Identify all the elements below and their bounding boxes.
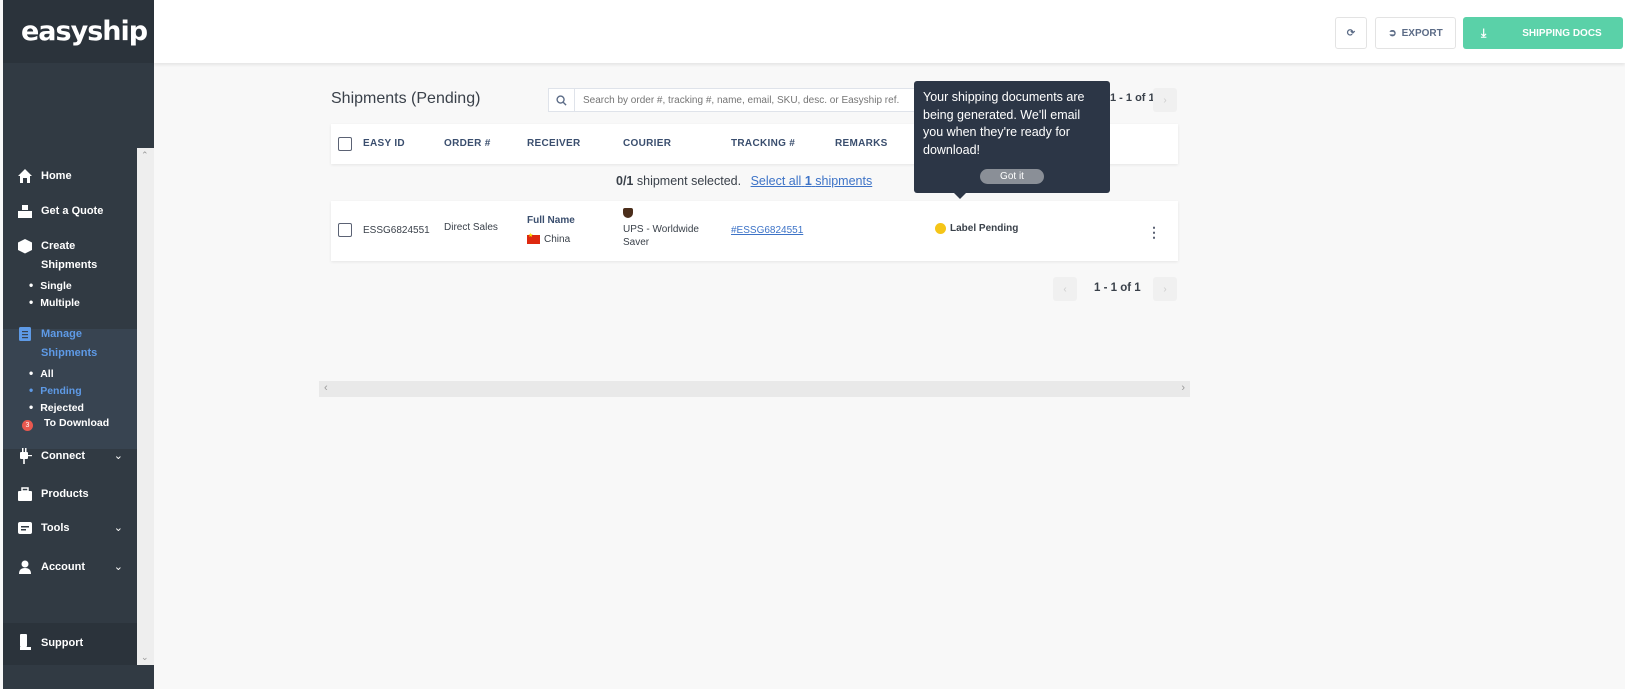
china-flag-icon <box>527 232 540 244</box>
sidebar-item-label: Shipments <box>41 259 98 271</box>
to-download-count-badge: 3 <box>22 420 33 431</box>
sidebar-item-manage-shipments[interactable]: Manage Shipments <box>3 324 137 364</box>
page-title: Shipments (Pending) <box>331 90 481 107</box>
refresh-icon: ⟳ <box>1346 27 1356 39</box>
refresh-button[interactable]: ⟳ <box>1335 17 1367 49</box>
selection-summary: 0/1 shipment selected. Select all 1 ship… <box>616 174 872 188</box>
tooltip-message: Your shipping documents are being genera… <box>923 90 1085 157</box>
shipping-docs-label: SHIPPING DOCS <box>1522 27 1602 39</box>
search-icon[interactable] <box>549 89 575 111</box>
sidebar: easyship Home Get a Quote Create Shipmen… <box>3 0 154 689</box>
support-icon <box>20 634 31 650</box>
got-it-button[interactable]: Got it <box>980 169 1044 184</box>
column-header-tracking[interactable]: TRACKING # <box>731 138 795 149</box>
sidebar-item-label: Create <box>41 240 76 252</box>
sidebar-item-tools[interactable]: Tools ⌄ <box>3 518 137 538</box>
export-label: EXPORT <box>1401 27 1443 39</box>
tools-icon <box>18 522 32 534</box>
column-header-courier[interactable]: COURIER <box>623 138 671 149</box>
sidebar-item-products[interactable]: Products <box>3 484 137 504</box>
sidebar-item-support[interactable]: Support <box>3 633 137 653</box>
scroll-up-icon[interactable]: ⌃ <box>141 150 149 161</box>
sidebar-subitem-single[interactable]: Single <box>29 278 72 292</box>
download-icon: ⤓ <box>1481 25 1487 40</box>
home-icon <box>18 169 32 183</box>
search-input[interactable] <box>575 94 915 106</box>
table-row[interactable]: ESSG6824551 Direct Sales Full Name China… <box>331 201 1178 261</box>
row-actions-menu-icon[interactable]: ⋮ <box>1147 224 1161 241</box>
sidebar-subitem-multiple[interactable]: Multiple <box>29 295 80 309</box>
sidebar-item-label: Shipments <box>41 347 98 359</box>
sidebar-spacer <box>3 63 154 148</box>
order-cell: Direct Sales <box>444 222 498 233</box>
column-header-receiver[interactable]: RECEIVER <box>527 138 581 149</box>
ups-logo-icon <box>623 208 633 218</box>
box-icon <box>18 239 32 254</box>
row-checkbox[interactable] <box>338 223 352 237</box>
status-badge: Label Pending <box>935 223 1018 234</box>
selection-count: 0/1 <box>616 174 634 188</box>
pagination-bottom-summary: 1 - 1 of 1 <box>1094 282 1141 294</box>
sidebar-item-account[interactable]: Account ⌄ <box>3 557 137 577</box>
status-pending-dot-icon <box>935 223 946 234</box>
pagination-top-summary: 1 - 1 of 1 <box>1110 92 1155 104</box>
courier-name-line2: Saver <box>623 237 650 248</box>
receiver-country-cell: China <box>527 232 570 245</box>
sidebar-item-get-a-quote[interactable]: Get a Quote <box>3 201 137 221</box>
select-all-shipments-link[interactable]: Select all 1 shipments <box>751 174 873 188</box>
sidebar-item-label: Home <box>41 170 72 182</box>
sidebar-item-label: Support <box>41 637 84 649</box>
next-page-top-button[interactable]: › <box>1153 88 1177 112</box>
sidebar-item-label: Connect <box>41 450 85 462</box>
search-bar <box>548 88 923 112</box>
sidebar-subitem-all[interactable]: All <box>29 366 53 380</box>
export-icon: ➲ <box>1388 27 1397 39</box>
next-page-button[interactable]: › <box>1153 277 1177 301</box>
column-header-easy-id[interactable]: EASY ID <box>363 138 405 149</box>
sidebar-item-home[interactable]: Home <box>3 166 137 186</box>
sidebar-subitem-rejected[interactable]: Rejected <box>29 400 84 414</box>
column-header-remarks[interactable]: REMARKS <box>835 138 888 149</box>
plug-icon <box>20 448 32 464</box>
document-icon <box>19 327 31 341</box>
sidebar-item-label: Get a Quote <box>41 205 104 217</box>
chevron-down-icon: ⌄ <box>113 522 123 534</box>
sidebar-scrollbar[interactable]: ⌃ ⌄ <box>137 148 154 665</box>
scroll-right-icon[interactable]: › <box>1181 382 1185 394</box>
shipping-docs-tooltip: Your shipping documents are being genera… <box>914 81 1110 199</box>
sidebar-item-label: Tools <box>41 522 70 534</box>
scale-icon <box>18 205 32 218</box>
sidebar-subitem-to-download[interactable]: To Download <box>44 417 109 429</box>
chevron-down-icon: ⌄ <box>113 561 123 573</box>
chevron-down-icon: ⌄ <box>113 450 123 462</box>
tracking-link[interactable]: #ESSG6824551 <box>731 225 803 236</box>
scroll-down-icon[interactable]: ⌄ <box>141 652 149 663</box>
easy-id-cell[interactable]: ESSG6824551 <box>363 225 430 236</box>
select-all-checkbox[interactable] <box>338 137 352 151</box>
user-icon <box>19 560 31 574</box>
sidebar-item-label: Products <box>41 488 89 500</box>
logo-area: easyship <box>3 0 154 63</box>
shipping-docs-button[interactable]: ⤓ SHIPPING DOCS <box>1463 17 1623 49</box>
sidebar-item-create-shipments[interactable]: Create Shipments <box>3 236 137 276</box>
export-button[interactable]: ➲ EXPORT <box>1375 17 1456 49</box>
horizontal-scrollbar[interactable]: ‹ › <box>319 381 1190 397</box>
scroll-left-icon[interactable]: ‹ <box>324 382 328 394</box>
courier-name-line1: UPS - Worldwide <box>623 224 699 235</box>
top-header: ⟳ ➲ EXPORT ⤓ SHIPPING DOCS <box>154 0 1625 63</box>
sidebar-item-connect[interactable]: Connect ⌄ <box>3 446 137 466</box>
prev-page-button[interactable]: ‹ <box>1053 277 1077 301</box>
sidebar-item-label: Manage <box>41 328 82 340</box>
sidebar-item-label: Account <box>41 561 85 573</box>
receiver-name-cell: Full Name <box>527 215 575 226</box>
easyship-logo[interactable]: easyship <box>21 16 148 47</box>
column-header-order[interactable]: ORDER # <box>444 138 491 149</box>
sidebar-nav: Home Get a Quote Create Shipments Single… <box>3 148 137 665</box>
selection-text: shipment selected. <box>636 174 742 188</box>
briefcase-icon <box>18 487 32 501</box>
sidebar-subitem-pending[interactable]: Pending <box>29 383 81 397</box>
